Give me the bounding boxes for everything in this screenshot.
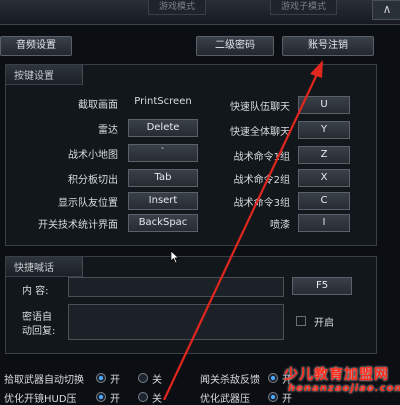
watermark-title: 少儿教育加盟网 <box>284 367 389 383</box>
watermark-url: henanzaojiao.com <box>288 383 400 394</box>
annotation-arrow-icon <box>163 60 323 400</box>
